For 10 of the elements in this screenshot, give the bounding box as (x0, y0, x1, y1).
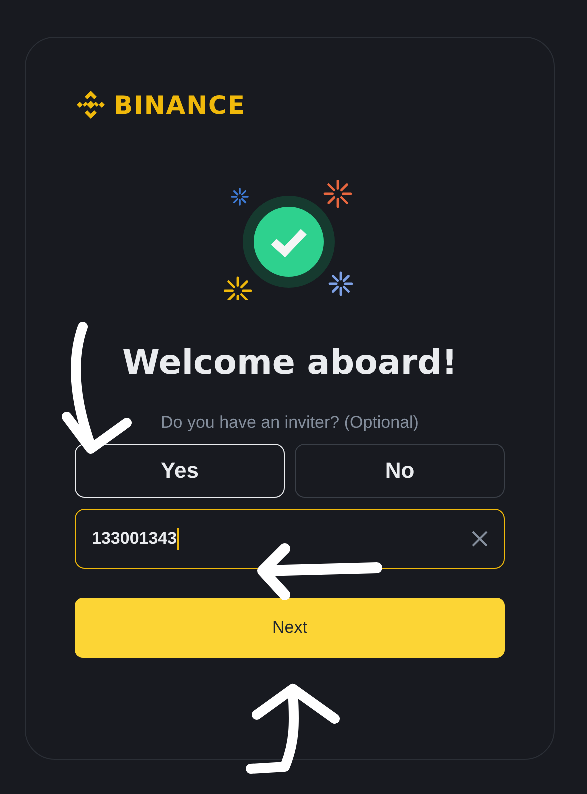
clear-icon[interactable] (471, 530, 489, 548)
success-check-icon (224, 180, 356, 300)
inviter-question: Do you have an inviter? (Optional) (160, 413, 420, 433)
welcome-heading: Welcome aboard! (121, 343, 459, 383)
logo-icon (75, 89, 107, 121)
brand-name: BINANCE (114, 90, 246, 120)
inviter-code-field[interactable]: 133001343 (75, 509, 505, 569)
option-button[interactable]: Yes (75, 444, 285, 498)
next-button[interactable]: Next (75, 598, 505, 658)
option-button[interactable]: No (295, 444, 505, 498)
